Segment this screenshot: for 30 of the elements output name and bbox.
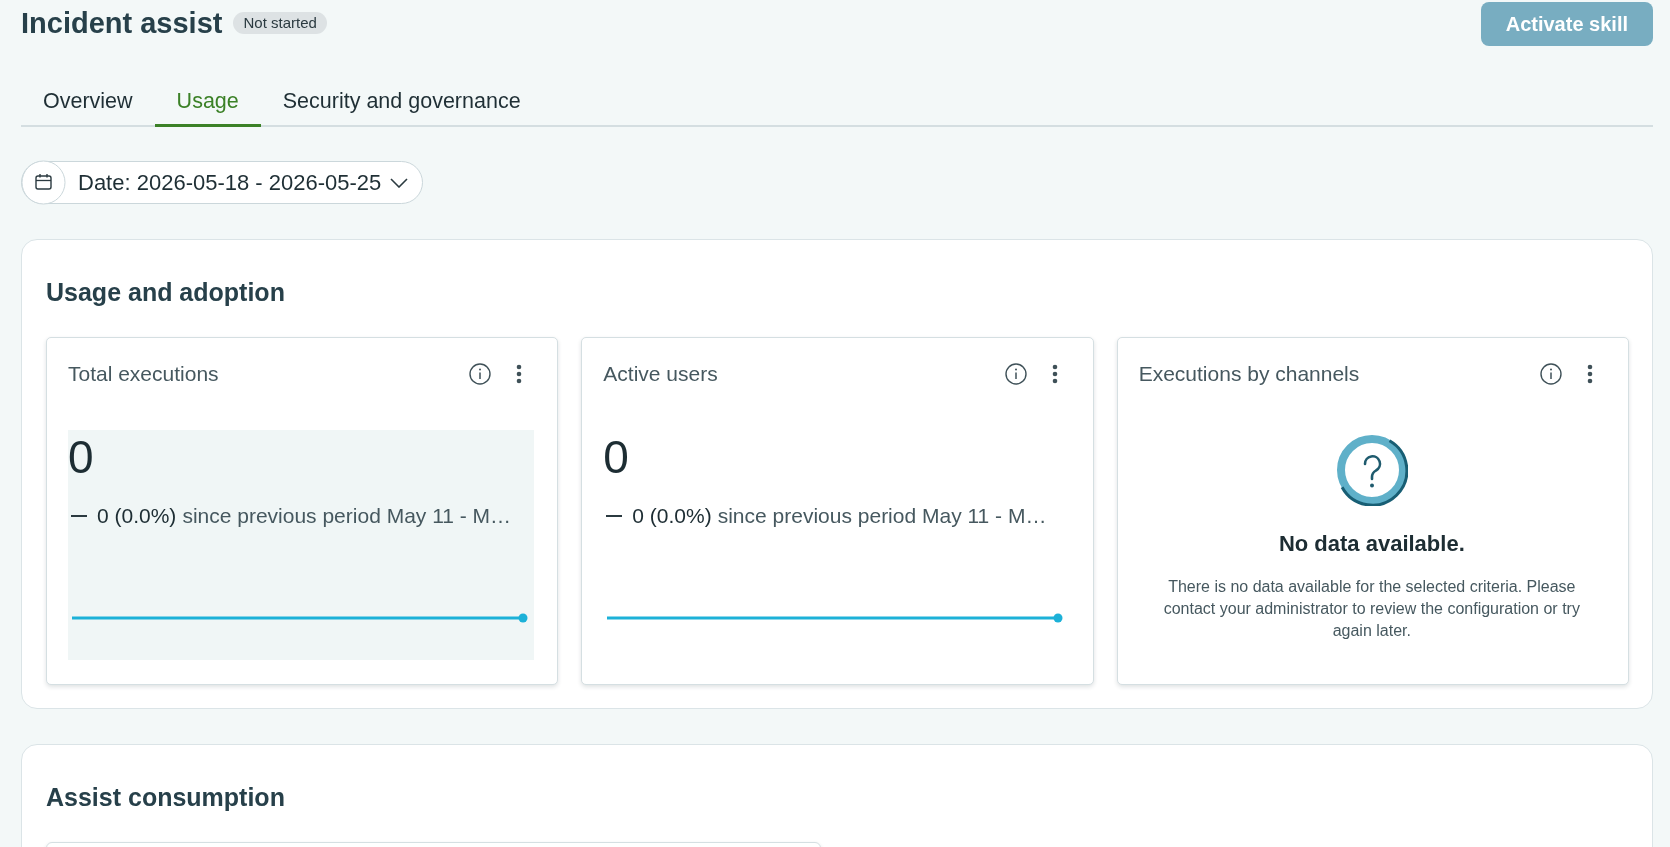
card-title: Executions by channels: [1138, 362, 1360, 386]
more-options-icon[interactable]: [1051, 364, 1058, 384]
dash-icon: [71, 515, 87, 517]
tab[interactable]: Usage: [154, 76, 261, 127]
empty-state-description: There is no data available for the selected criteria. Please contact your administrator to review the configuration or try again later.: [1162, 577, 1581, 641]
comparison-text: since previous period May 11 - M…: [182, 503, 512, 529]
question-circle-icon: [1335, 434, 1408, 506]
section-title: Assist consumption: [46, 782, 286, 812]
date-filter-button[interactable]: Date: 2026-05-18 - 2026-05-25: [21, 161, 424, 204]
calendar-icon: [21, 160, 66, 205]
info-icon[interactable]: [1004, 363, 1027, 385]
card-title: Active users: [603, 362, 718, 386]
tab[interactable]: Overview: [21, 76, 155, 127]
card-title: Total executions: [68, 362, 219, 386]
empty-state-title: No data available.: [1278, 530, 1465, 558]
tab[interactable]: Security and governance: [260, 76, 543, 127]
info-icon[interactable]: [469, 363, 492, 385]
change-value: 0 (0.0%): [97, 503, 177, 529]
comparison-text: since previous period May 11 - M…: [717, 503, 1047, 529]
more-options-icon[interactable]: [516, 364, 523, 384]
chevron-down-icon: [390, 177, 409, 188]
more-options-icon[interactable]: [1587, 364, 1593, 384]
section-title: Usage and adoption: [46, 277, 286, 307]
metric-value: 0: [68, 432, 94, 482]
metric-value: 0: [603, 432, 629, 482]
dash-icon: [606, 515, 623, 517]
change-value: 0 (0.0%): [632, 503, 712, 529]
info-icon[interactable]: [1540, 363, 1562, 385]
page-title: Incident assist: [21, 6, 223, 41]
status-badge: Not started: [233, 12, 327, 34]
